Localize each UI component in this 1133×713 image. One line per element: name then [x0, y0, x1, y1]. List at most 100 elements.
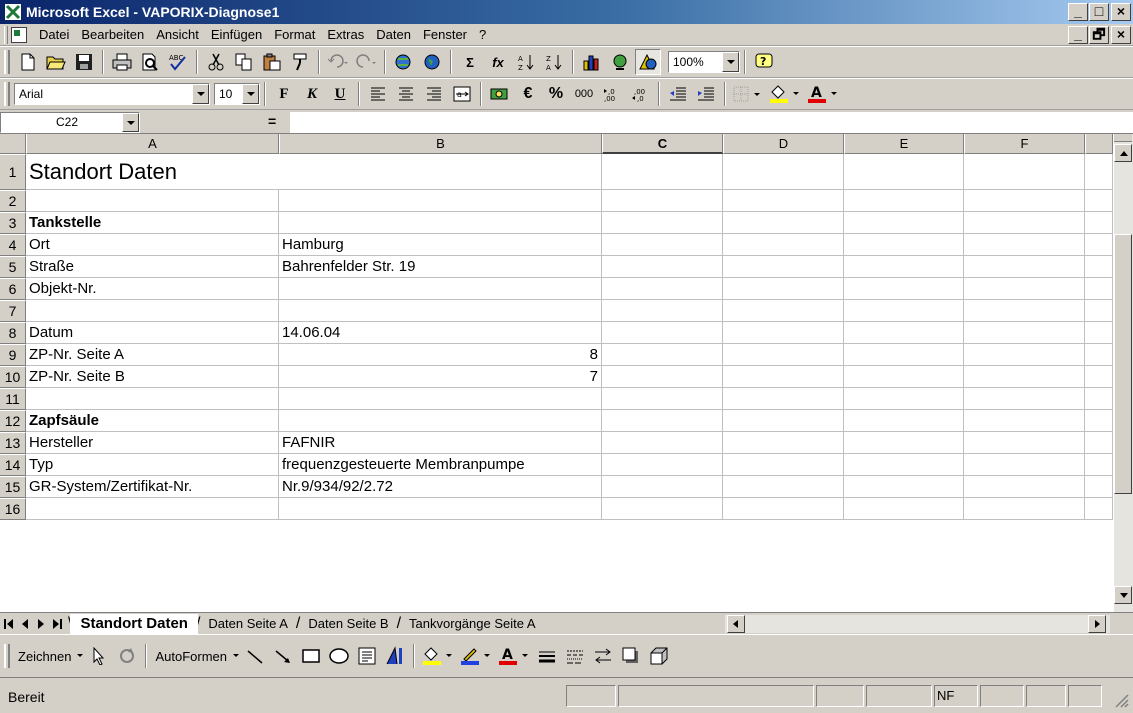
font-select[interactable]: Arial [14, 83, 210, 105]
new-button[interactable] [15, 49, 41, 75]
thousands-separator-button[interactable]: 000 [571, 81, 597, 107]
maximize-button[interactable]: □ [1089, 3, 1109, 21]
cell[interactable] [844, 388, 964, 410]
formula-input[interactable] [290, 112, 1133, 133]
cell-b1[interactable] [279, 154, 602, 190]
next-sheet-button[interactable] [34, 616, 48, 632]
arrow-button[interactable] [270, 643, 296, 669]
font-size-select[interactable]: 10 [214, 83, 260, 105]
line-button[interactable] [242, 643, 268, 669]
sheet-tab-daten-seite-b[interactable]: Daten Seite B [298, 614, 398, 634]
increase-decimal-button[interactable]: ,0,00 [599, 81, 625, 107]
cell-a2[interactable] [26, 190, 279, 212]
cell[interactable] [723, 454, 844, 476]
cell-a12[interactable]: Zapfsäule [26, 410, 279, 432]
first-sheet-button[interactable] [2, 616, 16, 632]
scroll-down-button[interactable] [1114, 586, 1132, 604]
cell[interactable] [723, 190, 844, 212]
cell[interactable] [844, 454, 964, 476]
cell[interactable] [1085, 154, 1113, 190]
select-objects-button[interactable] [86, 643, 112, 669]
dash-style-button[interactable] [562, 643, 588, 669]
row-header[interactable]: 10 [0, 366, 26, 388]
cell[interactable] [844, 212, 964, 234]
format-painter-button[interactable] [287, 49, 313, 75]
font-color-button[interactable]: A [805, 81, 841, 107]
bold-button[interactable]: F [271, 81, 297, 107]
cell[interactable] [602, 410, 723, 432]
scroll-up-button[interactable] [1114, 144, 1132, 162]
row-header[interactable]: 6 [0, 278, 26, 300]
column-header-f[interactable]: F [964, 134, 1085, 154]
cell[interactable] [723, 256, 844, 278]
sort-descending-button[interactable]: ZA [541, 49, 567, 75]
draw-menu-button[interactable]: Zeichnen [14, 649, 75, 664]
cell[interactable] [723, 366, 844, 388]
cell[interactable] [723, 344, 844, 366]
cell[interactable] [964, 300, 1085, 322]
menu-einfuegen[interactable]: Einfügen [205, 27, 268, 42]
cell[interactable] [1085, 190, 1113, 212]
cell[interactable] [964, 498, 1085, 520]
cell-a7[interactable] [26, 300, 279, 322]
autosum-button[interactable]: Σ [457, 49, 483, 75]
wordart-button[interactable] [382, 643, 408, 669]
chevron-down-icon[interactable] [722, 52, 739, 72]
row-header[interactable]: 2 [0, 190, 26, 212]
menu-help[interactable]: ? [473, 27, 492, 42]
cell[interactable] [602, 476, 723, 498]
doc-minimize-button[interactable]: _ [1068, 26, 1088, 44]
cell[interactable] [723, 212, 844, 234]
cell[interactable] [602, 278, 723, 300]
row-header[interactable]: 12 [0, 410, 26, 432]
cell-a15[interactable]: GR-System/Zertifikat-Nr. [26, 476, 279, 498]
cell[interactable] [723, 300, 844, 322]
row-header[interactable]: 7 [0, 300, 26, 322]
align-right-button[interactable] [421, 81, 447, 107]
zoom-select[interactable]: 100% [668, 51, 740, 73]
cell-b11[interactable] [279, 388, 602, 410]
cell[interactable] [723, 476, 844, 498]
cell[interactable] [964, 190, 1085, 212]
menu-daten[interactable]: Daten [370, 27, 417, 42]
cell[interactable] [1085, 278, 1113, 300]
paste-function-button[interactable]: fx [485, 49, 511, 75]
workbook-icon[interactable] [11, 26, 27, 43]
sheet-tab-standort-daten[interactable]: Standort Daten [70, 613, 198, 634]
cell[interactable] [844, 256, 964, 278]
column-header-e[interactable]: E [844, 134, 964, 154]
fill-color-button[interactable] [767, 81, 803, 107]
chevron-down-icon[interactable] [192, 84, 209, 104]
free-rotate-button[interactable] [114, 643, 140, 669]
row-header[interactable]: 5 [0, 256, 26, 278]
cell-a11[interactable] [26, 388, 279, 410]
sort-ascending-button[interactable]: AZ [513, 49, 539, 75]
cell[interactable] [964, 234, 1085, 256]
menu-format[interactable]: Format [268, 27, 321, 42]
resize-grip-icon[interactable] [1113, 692, 1129, 708]
cell[interactable] [602, 498, 723, 520]
paste-button[interactable] [259, 49, 285, 75]
excel-app-icon[interactable] [4, 3, 22, 21]
cell[interactable] [844, 498, 964, 520]
copy-button[interactable] [231, 49, 257, 75]
cell-b8[interactable]: 14.06.04 [279, 322, 602, 344]
cell[interactable] [964, 388, 1085, 410]
cell[interactable] [723, 388, 844, 410]
row-header[interactable]: 8 [0, 322, 26, 344]
cell-a3[interactable]: Tankstelle [26, 212, 279, 234]
cell[interactable] [964, 454, 1085, 476]
cell[interactable] [844, 410, 964, 432]
cell[interactable] [1085, 432, 1113, 454]
cell-a14[interactable]: Typ [26, 454, 279, 476]
menu-extras[interactable]: Extras [321, 27, 370, 42]
cell[interactable] [964, 278, 1085, 300]
row-header[interactable]: 15 [0, 476, 26, 498]
save-button[interactable] [71, 49, 97, 75]
print-button[interactable] [109, 49, 135, 75]
cell-a13[interactable]: Hersteller [26, 432, 279, 454]
open-button[interactable] [43, 49, 69, 75]
cell[interactable] [602, 300, 723, 322]
row-header[interactable]: 4 [0, 234, 26, 256]
print-preview-button[interactable] [137, 49, 163, 75]
